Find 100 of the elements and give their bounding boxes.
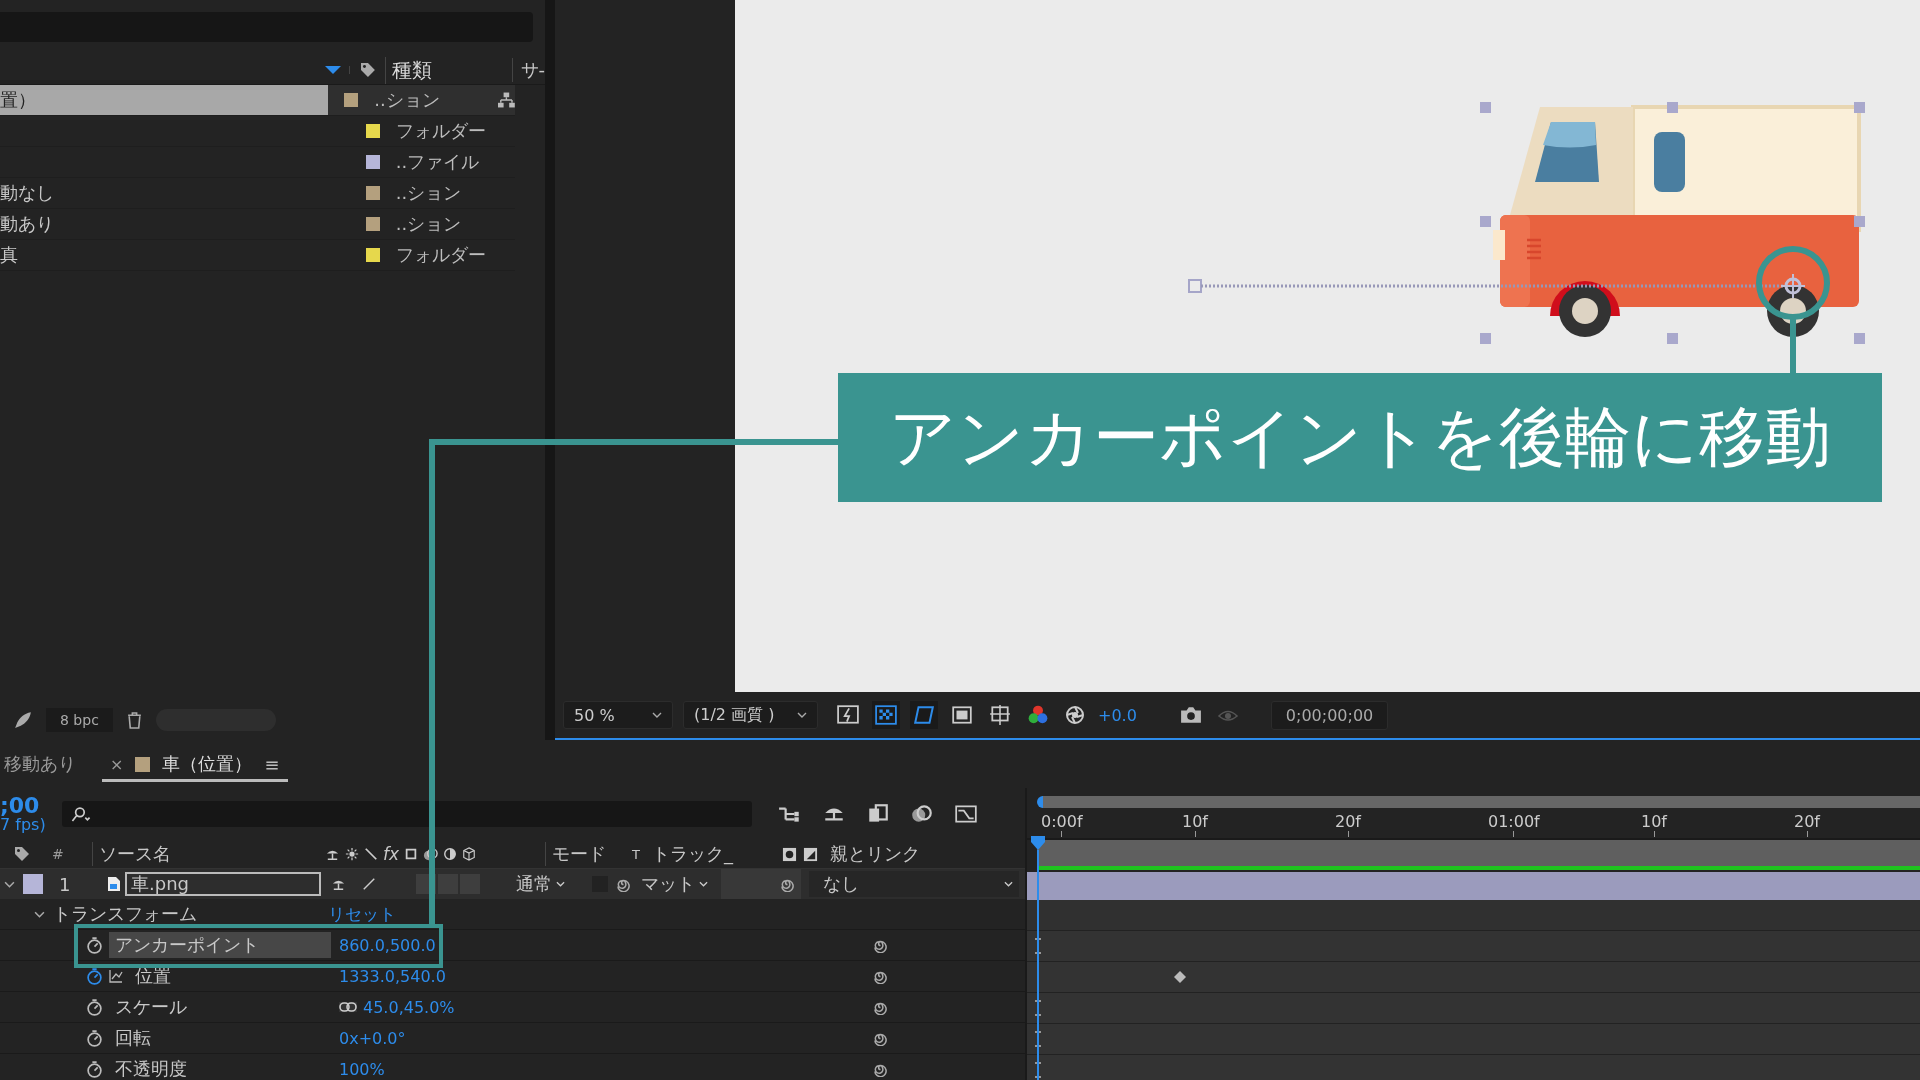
property-label[interactable]: 位置 [129,963,331,989]
frame-blending-icon[interactable] [866,804,890,824]
bit-depth-button[interactable]: 8 bpc [46,708,113,732]
composition-tab[interactable]: 移動あり [0,746,80,782]
chevron-icon[interactable] [652,712,662,718]
column-header[interactable]: 親とリンク [830,842,920,866]
column-header[interactable]: トラック_ [652,842,782,866]
graph-editor-icon[interactable] [954,804,978,824]
property-value[interactable]: 860.0,500.0 [339,935,436,955]
stopwatch-icon[interactable] [86,936,103,954]
composition-flowchart-icon[interactable] [778,804,802,824]
close-tab-button[interactable]: × [110,754,124,774]
project-item[interactable]: 動あり ..ション [0,209,515,240]
item-name: 真 [0,243,18,267]
layer-row[interactable]: 1 車.png 通常 マット なし [0,869,1025,899]
column-header[interactable]: # [52,846,92,862]
item-name: 置） [0,88,36,112]
caret-icon[interactable] [34,910,45,918]
graph-icon[interactable] [109,969,123,983]
item-type: ..ション [395,181,463,205]
flowchart-icon[interactable] [498,92,515,108]
chevron-icon[interactable] [797,712,807,718]
keyframe-icon[interactable] [1174,971,1186,983]
chevron-icon[interactable] [1004,881,1013,887]
current-time[interactable]: ;00 [0,795,62,817]
item-name: 動あり [0,212,54,236]
effects-column-header[interactable]: fx [383,844,400,864]
property-label[interactable]: スケール [109,994,331,1020]
project-item[interactable]: フォルダー [0,116,515,147]
project-item[interactable]: 動なし ..ション [0,178,515,209]
motion-blur-icon[interactable] [910,804,934,824]
tab-label[interactable]: 車（位置） [162,752,253,776]
cube-icon[interactable] [462,847,477,861]
composition-tab[interactable]: × 車（位置） ≡ [102,746,288,782]
transparency-grid-icon[interactable] [872,701,900,729]
playhead-marker-icon[interactable] [1031,836,1045,850]
column-header[interactable]: モード [545,842,632,866]
ruler-label: 20f [1335,812,1361,831]
stopwatch-active-icon[interactable] [86,967,103,985]
project-item[interactable]: ..ファイル [0,147,515,178]
item-type: フォルダー [395,243,487,267]
item-type: ..ファイル [395,150,481,174]
ruler-label: 0:00f [1041,812,1083,831]
resolution-dropdown[interactable]: (1/2 画質 ) [683,701,818,729]
image-file-icon [107,876,121,892]
project-item[interactable]: 真 フォルダー [0,240,515,271]
property-label[interactable]: 回転 [109,1025,331,1051]
property-label[interactable]: 不透明度 [109,1056,331,1080]
stopwatch-icon[interactable] [86,998,103,1016]
property-value[interactable]: 0x+0.0° [339,1028,406,1048]
trash-icon[interactable] [126,711,142,729]
item-type: フォルダー [395,119,487,143]
tab-label[interactable]: 移動あり [4,752,76,776]
track-matte-dropdown[interactable]: マット [641,872,717,896]
item-type: ..ション [395,212,463,236]
ruler-label: 10f [1182,812,1208,831]
search-icon[interactable] [70,806,92,822]
parent-dropdown[interactable]: なし [809,871,1019,897]
property-label[interactable]: アンカーポイント [109,932,331,958]
matte-icon[interactable] [803,846,818,862]
adjustment-icon[interactable] [443,847,458,861]
frame-rate: 7 fps) [0,817,47,833]
timecode-field[interactable]: 0;00;00;00 [1270,700,1389,730]
layer-name-field[interactable]: 車.png [125,872,321,896]
film-icon[interactable] [404,847,419,861]
chevron-icon[interactable] [556,881,565,887]
project-item[interactable]: 置） ..ション [0,85,515,116]
item-type: ..ション [374,88,441,112]
search-field[interactable] [62,801,752,827]
ruler-label: 10f [1641,812,1667,831]
reset-link[interactable]: リセット [328,902,396,926]
mask-icon[interactable] [782,846,797,862]
chain-link-icon[interactable] [339,1002,357,1012]
property-group-label[interactable]: トランスフォーム [53,902,328,926]
sun-icon[interactable] [345,847,359,861]
property-value[interactable]: 1333.0,540.0 [339,966,446,986]
caret-icon[interactable] [4,880,15,888]
motion-path[interactable] [1188,279,1783,293]
tag-icon[interactable] [14,846,30,862]
zoom-dropdown[interactable]: 50 % [563,701,673,729]
column-header[interactable]: T [632,846,652,862]
playhead[interactable] [1031,836,1045,1080]
property-value[interactable]: 100% [339,1059,385,1079]
property-value[interactable]: 45.0,45.0% [363,997,455,1017]
exposure-value[interactable]: +0.0 [1098,705,1137,725]
panel-menu-button[interactable]: ≡ [264,753,280,775]
sort-arrow-icon[interactable] [324,66,341,74]
mode-dropdown[interactable]: 通常 [516,872,578,896]
column-header[interactable]: 種類 [385,56,512,84]
work-area-bar[interactable] [1037,840,1920,870]
anchor-point-icon[interactable] [1780,273,1806,299]
item-name: 動なし [0,181,54,205]
stopwatch-icon[interactable] [86,1060,103,1078]
chevron-icon[interactable] [699,881,708,887]
column-header[interactable]: ソース名 [92,842,325,866]
layer-number: 1 [59,873,72,895]
stopwatch-icon[interactable] [86,1029,103,1047]
motion-blur-icon[interactable] [423,846,439,862]
mask-path-icon[interactable] [910,701,938,729]
tag-icon[interactable] [359,62,376,78]
